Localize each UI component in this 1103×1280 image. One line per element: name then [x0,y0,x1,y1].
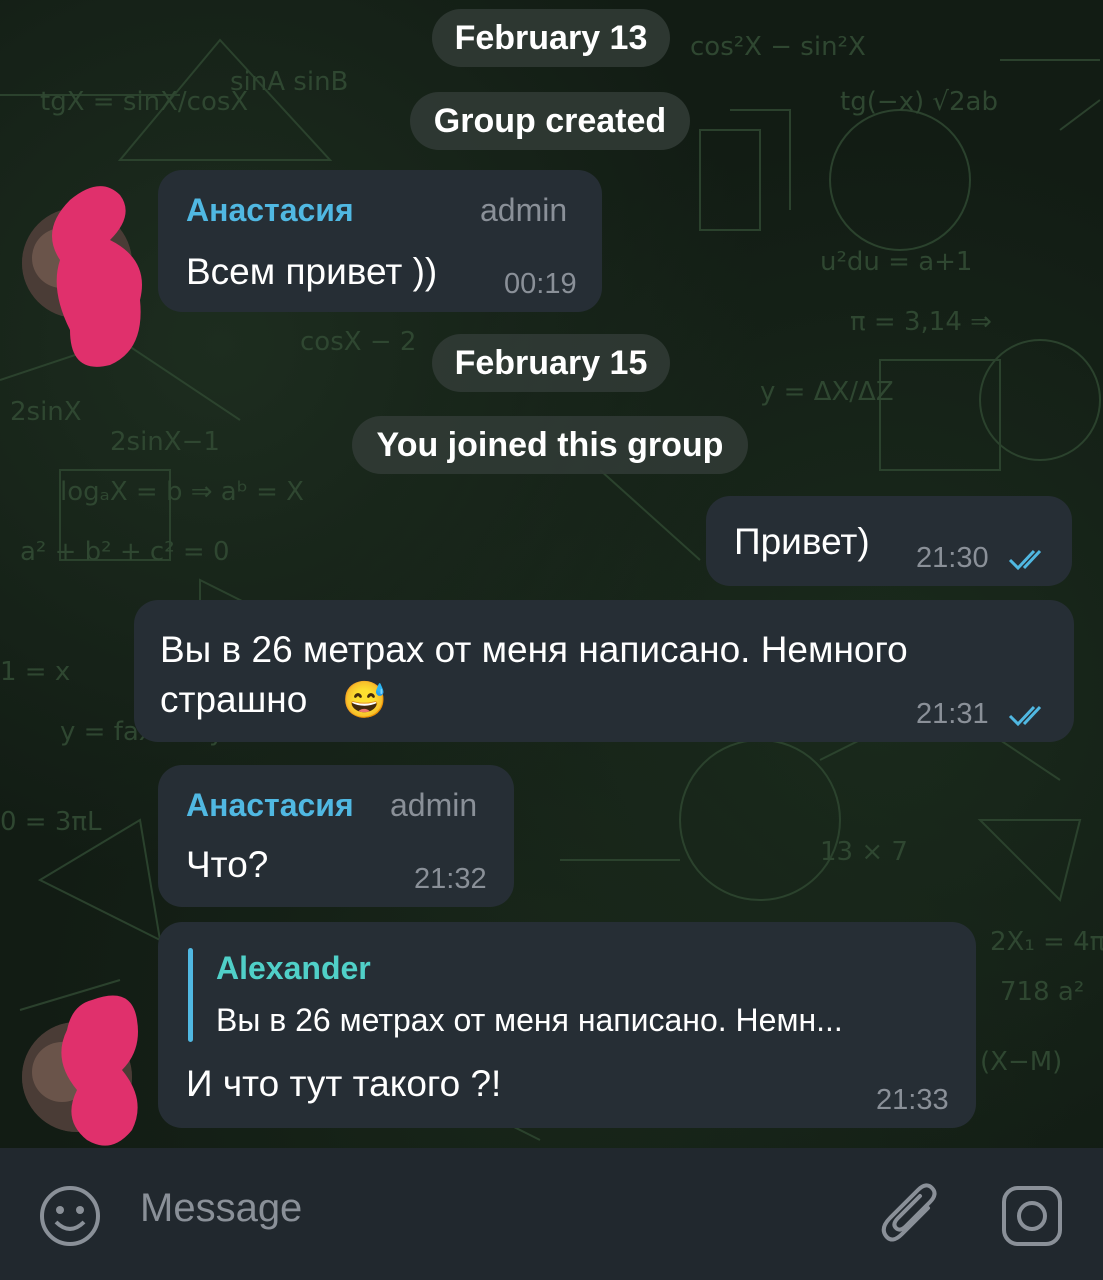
sender-name[interactable]: Анастасия [186,787,354,824]
reply-preview-text[interactable]: Вы в 26 метрах от меня написано. Немн... [216,1002,843,1039]
svg-text:sinA sinB: sinA sinB [230,67,348,97]
message-text: И что тут такого ?! [186,1063,502,1104]
message-text-line-2: страшно [160,679,308,720]
smile-icon[interactable] [38,1184,102,1248]
sender-name[interactable]: Анастасия [186,192,354,229]
message-bubble-incoming[interactable]: Alexander Вы в 26 метрах от меня написан… [158,922,976,1128]
emoji-sweat-smile: 😅 [342,679,387,720]
paperclip-icon[interactable] [878,1180,942,1252]
svg-text:a² + b² + c² = 0: a² + b² + c² = 0 [20,537,230,567]
svg-text:1 = x: 1 = x [0,657,70,687]
date-separator: February 13 [432,9,670,67]
svg-text:2X₁ = 4π: 2X₁ = 4π [990,927,1103,957]
redaction-blob [61,995,138,1146]
message-bubble-incoming[interactable]: Анастасия admin Что? 21:32 [158,765,514,907]
message-bubble-outgoing[interactable]: Привет) 21:30 [706,496,1072,586]
svg-text:cos²X − sin²X: cos²X − sin²X [690,32,866,62]
message-time: 21:33 [876,1084,949,1116]
message-time: 00:19 [504,268,577,300]
redaction-blob [52,186,142,367]
message-time: 21:30 [916,542,989,574]
message-time: 21:32 [414,863,487,895]
sender-role-badge: admin [480,192,568,228]
service-message: You joined this group [352,416,748,474]
double-check-icon [1008,549,1042,571]
message-text: Всем привет )) [186,251,438,292]
message-bubble-outgoing[interactable]: Вы в 26 метрах от меня написано. Немного… [134,600,1074,742]
date-label: February 15 [454,344,648,382]
sender-role-badge: admin [390,787,478,823]
service-text: You joined this group [376,426,724,464]
svg-text:π = 3,14 ⇒: π = 3,14 ⇒ [850,307,992,337]
svg-text:u²du = a+1: u²du = a+1 [820,247,972,277]
svg-text:tg(−x) √2ab: tg(−x) √2ab [840,87,998,117]
svg-text:2sinX: 2sinX [10,397,82,427]
svg-text:(X−M): (X−M) [980,1047,1062,1077]
svg-text:logₐX = b ⇒ aᵇ = X: logₐX = b ⇒ aᵇ = X [60,477,304,507]
message-text-line-1: Вы в 26 метрах от меня написано. Немного [160,629,908,670]
camera-icon[interactable] [1000,1184,1064,1248]
message-text: Привет) [734,521,870,562]
svg-text:718 a²: 718 a² [1000,977,1084,1007]
reply-quote-bar [188,948,193,1042]
message-composer: Message [0,1148,1103,1280]
service-text: Group created [433,102,667,140]
svg-text:tgX = sinX/cosX: tgX = sinX/cosX [40,87,248,117]
svg-text:y = ΔX/ΔZ: y = ΔX/ΔZ [760,377,894,407]
message-input[interactable]: Message [140,1186,302,1231]
message-text: Что? [186,844,269,885]
svg-text:2sinX−1: 2sinX−1 [110,427,220,457]
message-bubble-incoming[interactable]: Анастасия admin Всем привет )) 00:19 [158,170,602,312]
double-check-icon [1008,705,1042,727]
reply-sender-name[interactable]: Alexander [216,950,371,987]
svg-text:cosX − 2: cosX − 2 [300,327,416,357]
svg-text:0 = 3πL: 0 = 3πL [0,807,102,837]
service-message: Group created [410,92,690,150]
message-time: 21:31 [916,698,989,730]
date-label: February 13 [454,19,648,57]
svg-text:13 × 7: 13 × 7 [820,837,908,867]
date-separator: February 15 [432,334,670,392]
